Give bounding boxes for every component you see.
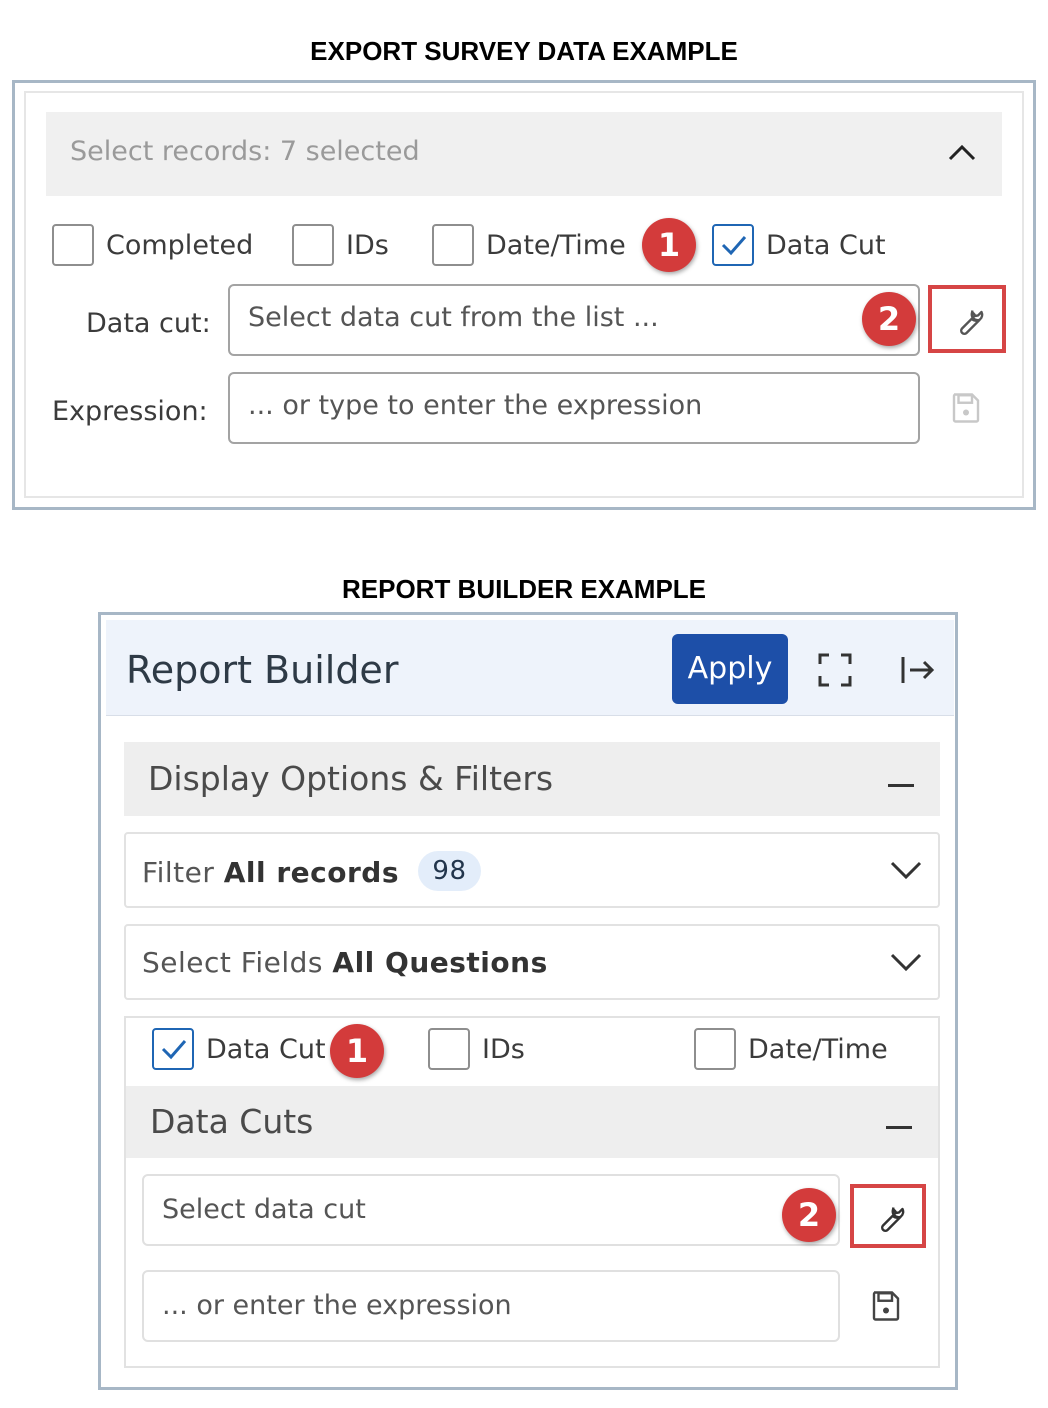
date-time-checkbox-rb[interactable] — [694, 1028, 736, 1070]
wrench-button-highlight-rb[interactable] — [850, 1184, 926, 1248]
export-section-title: EXPORT SURVEY DATA EXAMPLE — [310, 36, 738, 66]
callout-badge-2: 2 — [862, 292, 916, 346]
expression-placeholder-rb: ... or enter the expression — [162, 1290, 512, 1321]
select-fields-dropdown[interactable]: Select Fields All Questions — [124, 924, 940, 1000]
data-cuts-title: Data Cuts — [150, 1102, 314, 1141]
select-records-label: Select records: 7 selected — [70, 136, 420, 167]
report-builder-header: Report Builder Apply — [106, 620, 954, 716]
ids-label-rb: IDs — [482, 1034, 525, 1065]
wrench-button-highlight[interactable] — [928, 285, 1006, 353]
data-cut-placeholder: Select data cut from the list ... — [248, 302, 659, 333]
ids-label: IDs — [346, 230, 389, 261]
apply-button[interactable]: Apply — [672, 634, 788, 704]
completed-label: Completed — [106, 230, 254, 261]
select-fields-key: Select Fields — [142, 946, 323, 979]
filter-key: Filter — [142, 856, 215, 889]
wrench-icon — [960, 310, 984, 335]
report-section-title: REPORT BUILDER EXAMPLE — [341, 574, 707, 604]
expression-input[interactable]: ... or type to enter the expression — [228, 372, 920, 444]
checkmark-icon — [721, 236, 747, 256]
callout-badge-1: 1 — [642, 218, 696, 272]
data-cut-placeholder-rb: Select data cut — [162, 1194, 366, 1225]
filter-dropdown[interactable]: Filter All records 98 — [124, 832, 940, 908]
save-icon[interactable] — [868, 1288, 904, 1324]
collapse-minus-icon[interactable] — [886, 1126, 912, 1129]
select-fields-value: All Questions — [332, 946, 548, 979]
collapse-minus-icon[interactable] — [888, 784, 914, 787]
date-time-label: Date/Time — [486, 230, 626, 261]
chevron-down-icon[interactable] — [890, 952, 922, 972]
wrench-icon — [881, 1207, 905, 1232]
fullscreen-icon[interactable] — [818, 653, 852, 687]
data-cut-label-rb: Data Cut — [206, 1034, 326, 1065]
expression-field-label: Expression: — [52, 396, 208, 427]
filter-count-badge: 98 — [418, 851, 481, 891]
date-time-checkbox[interactable] — [432, 224, 474, 266]
ids-checkbox-rb[interactable] — [428, 1028, 470, 1070]
collapse-panel-icon[interactable] — [900, 654, 936, 686]
checkmark-icon — [161, 1040, 187, 1060]
expression-input-rb[interactable]: ... or enter the expression — [142, 1270, 840, 1342]
ids-checkbox[interactable] — [292, 224, 334, 266]
data-cut-select[interactable]: Select data cut from the list ... — [228, 284, 920, 356]
callout-badge-1-rb: 1 — [330, 1024, 384, 1078]
data-cut-select-rb[interactable]: Select data cut — [142, 1174, 840, 1246]
display-options-header[interactable]: Display Options & Filters — [124, 742, 940, 816]
save-icon[interactable] — [948, 390, 984, 426]
chevron-up-icon[interactable] — [948, 142, 976, 162]
filter-text: Filter All records 98 — [142, 851, 481, 894]
callout-badge-2-rb: 2 — [782, 1188, 836, 1242]
expression-placeholder: ... or type to enter the expression — [248, 390, 703, 421]
report-builder-title: Report Builder — [126, 648, 399, 692]
data-cut-checkbox[interactable] — [712, 224, 754, 266]
date-time-label-rb: Date/Time — [748, 1034, 888, 1065]
data-cut-field-label: Data cut: — [86, 308, 211, 339]
data-cut-checkbox-rb[interactable] — [152, 1028, 194, 1070]
data-cuts-header[interactable]: Data Cuts — [126, 1086, 938, 1158]
chevron-down-icon[interactable] — [890, 860, 922, 880]
filter-value: All records — [223, 856, 400, 889]
display-options-title: Display Options & Filters — [148, 759, 554, 798]
select-fields-text: Select Fields All Questions — [142, 946, 548, 979]
select-records-header[interactable]: Select records: 7 selected — [46, 112, 1002, 196]
data-cut-label: Data Cut — [766, 230, 886, 261]
completed-checkbox[interactable] — [52, 224, 94, 266]
